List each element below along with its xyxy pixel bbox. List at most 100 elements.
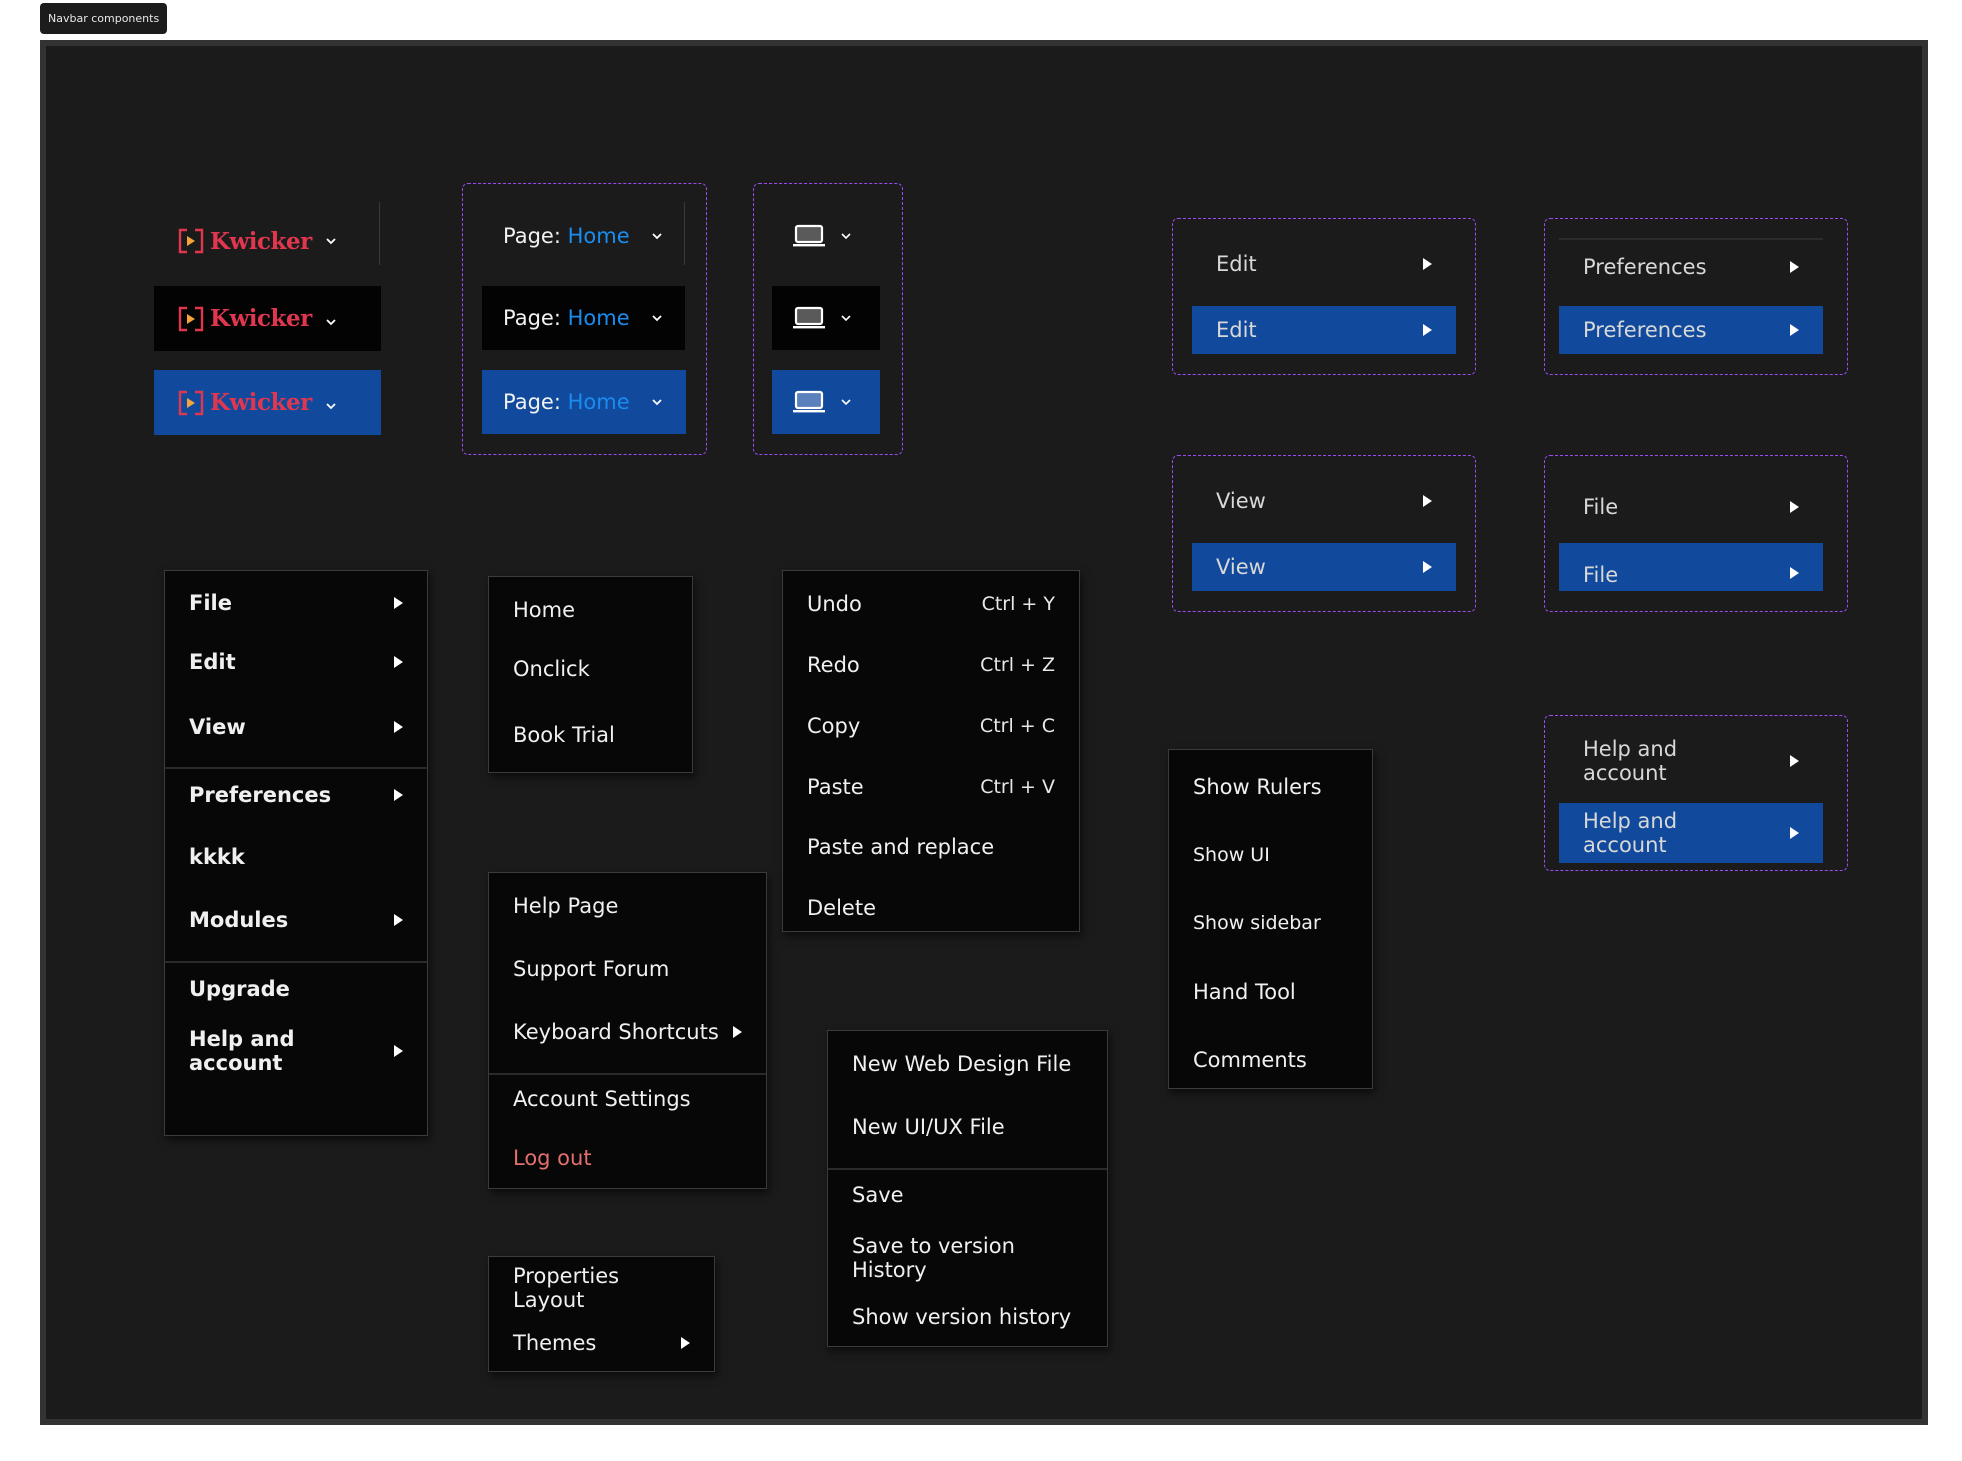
main-menu-item-edit[interactable]: Edit bbox=[165, 638, 427, 686]
menu-item-edit-selected[interactable]: Edit bbox=[1192, 306, 1456, 354]
divider bbox=[828, 1168, 1107, 1170]
divider bbox=[379, 202, 380, 265]
view-menu-item[interactable]: Comments bbox=[1169, 1037, 1372, 1083]
menu-item-preferences-selected[interactable]: Preferences bbox=[1559, 306, 1823, 354]
menu-item-preferences-default[interactable]: Preferences bbox=[1559, 243, 1823, 291]
properties-menu-item-themes[interactable]: Themes bbox=[489, 1320, 714, 1366]
laptop-icon bbox=[793, 224, 825, 247]
view-menu-item[interactable]: Show UI bbox=[1169, 832, 1372, 878]
view-menu-item[interactable]: Show Rulers bbox=[1169, 764, 1372, 810]
properties-menu-item-layout[interactable]: Properties Layout bbox=[489, 1264, 714, 1312]
menu-item-help-default[interactable]: Help and account bbox=[1559, 737, 1823, 785]
main-menu-item-help-and-account[interactable]: Help and account bbox=[165, 1027, 427, 1075]
menu-item-file-selected[interactable]: File bbox=[1559, 543, 1823, 591]
page-value: Home bbox=[567, 390, 630, 414]
view-menu-item[interactable]: Show sidebar bbox=[1169, 900, 1372, 946]
edit-menu-item-redo[interactable]: Redo Ctrl + Z bbox=[783, 642, 1079, 688]
main-menu-item-view[interactable]: View bbox=[165, 703, 427, 751]
shortcut: Ctrl + V bbox=[980, 776, 1055, 798]
page-value: Home bbox=[567, 224, 630, 248]
caret-right-icon bbox=[681, 1337, 690, 1349]
chevron-down-icon bbox=[651, 315, 662, 322]
logo-dropdown-default[interactable]: Kwicker bbox=[154, 210, 380, 272]
item-label: View bbox=[1216, 555, 1266, 579]
help-menu-item-help-page[interactable]: Help Page bbox=[489, 883, 766, 929]
main-menu: File Edit View Preferences kkkk Modules … bbox=[164, 570, 428, 1136]
page-selector-selected[interactable]: Page: Home bbox=[482, 370, 686, 434]
edit-menu-item-delete[interactable]: Delete bbox=[783, 885, 1079, 931]
main-menu-item-upgrade[interactable]: Upgrade bbox=[165, 965, 427, 1013]
frame-label: Navbar components bbox=[40, 3, 168, 34]
view-menu: Show Rulers Show UI Show sidebar Hand To… bbox=[1168, 749, 1373, 1089]
properties-menu: Properties Layout Themes bbox=[488, 1256, 715, 1372]
view-menu-item[interactable]: Hand Tool bbox=[1169, 969, 1372, 1015]
main-menu-item-preferences[interactable]: Preferences bbox=[165, 771, 427, 819]
edit-menu-item-copy[interactable]: Copy Ctrl + C bbox=[783, 703, 1079, 749]
kwicker-logo-icon bbox=[178, 390, 204, 415]
help-menu: Help Page Support Forum Keyboard Shortcu… bbox=[488, 872, 767, 1189]
pages-menu: Home Onclick Book Trial bbox=[488, 576, 693, 773]
logo-dropdown-hover[interactable]: Kwicker bbox=[154, 286, 381, 351]
chevron-down-icon bbox=[326, 238, 336, 245]
divider bbox=[1559, 238, 1823, 240]
shortcut: Ctrl + C bbox=[979, 715, 1055, 737]
file-menu-item[interactable]: New Web Design File bbox=[828, 1041, 1107, 1087]
menu-item-view-selected[interactable]: View bbox=[1192, 543, 1456, 591]
page-selector-hover[interactable]: Page: Home bbox=[482, 286, 685, 350]
pages-menu-item[interactable]: Book Trial bbox=[489, 712, 692, 758]
main-menu-item-file[interactable]: File bbox=[165, 579, 427, 627]
device-selector-selected[interactable] bbox=[772, 370, 880, 434]
pages-menu-item[interactable]: Onclick bbox=[489, 646, 692, 692]
item-label: Preferences bbox=[1583, 255, 1707, 279]
caret-right-icon bbox=[394, 789, 403, 801]
main-menu-item-modules[interactable]: Modules bbox=[165, 896, 427, 944]
edit-menu-item-undo[interactable]: Undo Ctrl + Y bbox=[783, 581, 1079, 627]
main-menu-item-kkkk[interactable]: kkkk bbox=[165, 833, 427, 881]
pages-menu-item[interactable]: Home bbox=[489, 587, 692, 633]
caret-right-icon bbox=[1790, 501, 1799, 513]
page-label: Page: Home bbox=[503, 390, 630, 414]
caret-right-icon bbox=[1790, 755, 1799, 767]
divider bbox=[165, 767, 427, 769]
chevron-down-icon bbox=[326, 402, 336, 409]
file-menu-item[interactable]: Save bbox=[828, 1172, 1107, 1218]
file-menu-item[interactable]: New UI/UX File bbox=[828, 1104, 1107, 1150]
item-label: File bbox=[1583, 563, 1619, 587]
help-menu-item-support-forum[interactable]: Support Forum bbox=[489, 946, 766, 992]
device-selector-default[interactable] bbox=[772, 204, 880, 268]
menu-item-view-default[interactable]: View bbox=[1192, 477, 1456, 525]
divider bbox=[165, 961, 427, 963]
caret-right-icon bbox=[1423, 324, 1432, 336]
page-value: Home bbox=[567, 306, 630, 330]
divider bbox=[684, 202, 685, 265]
item-label: Edit bbox=[1216, 252, 1257, 276]
item-label: File bbox=[1583, 495, 1619, 519]
file-menu-item[interactable]: Show version history bbox=[828, 1294, 1107, 1340]
caret-right-icon bbox=[1790, 827, 1799, 839]
device-selector-hover[interactable] bbox=[772, 286, 880, 350]
page-selector-default[interactable]: Page: Home bbox=[482, 204, 686, 268]
menu-item-file-default[interactable]: File bbox=[1559, 483, 1823, 531]
brand-name: Kwicker bbox=[210, 305, 312, 332]
help-menu-item-account-settings[interactable]: Account Settings bbox=[489, 1076, 766, 1122]
shortcut: Ctrl + Y bbox=[981, 593, 1055, 615]
page-label: Page: Home bbox=[503, 224, 630, 248]
page-label: Page: Home bbox=[503, 306, 630, 330]
chevron-down-icon bbox=[651, 233, 662, 240]
menu-item-edit-default[interactable]: Edit bbox=[1192, 240, 1456, 288]
caret-right-icon bbox=[1423, 258, 1432, 270]
edit-menu-item-paste[interactable]: Paste Ctrl + V bbox=[783, 764, 1079, 810]
help-menu-item-log-out[interactable]: Log out bbox=[489, 1135, 766, 1181]
edit-menu-item-paste-and-replace[interactable]: Paste and replace bbox=[783, 824, 1079, 870]
logo-dropdown-selected[interactable]: Kwicker bbox=[154, 370, 381, 435]
item-label: Help and account bbox=[1583, 809, 1678, 857]
brand-name: Kwicker bbox=[210, 227, 312, 255]
chevron-down-icon bbox=[326, 318, 336, 325]
caret-right-icon bbox=[394, 597, 403, 609]
file-menu-item[interactable]: Save to version History bbox=[828, 1234, 1107, 1282]
caret-right-icon bbox=[1790, 324, 1799, 336]
item-label: Preferences bbox=[1583, 318, 1707, 342]
shortcut: Ctrl + Z bbox=[980, 654, 1055, 676]
menu-item-help-selected[interactable]: Help and account bbox=[1559, 803, 1823, 863]
help-menu-item-keyboard-shortcuts[interactable]: Keyboard Shortcuts bbox=[489, 1009, 766, 1055]
